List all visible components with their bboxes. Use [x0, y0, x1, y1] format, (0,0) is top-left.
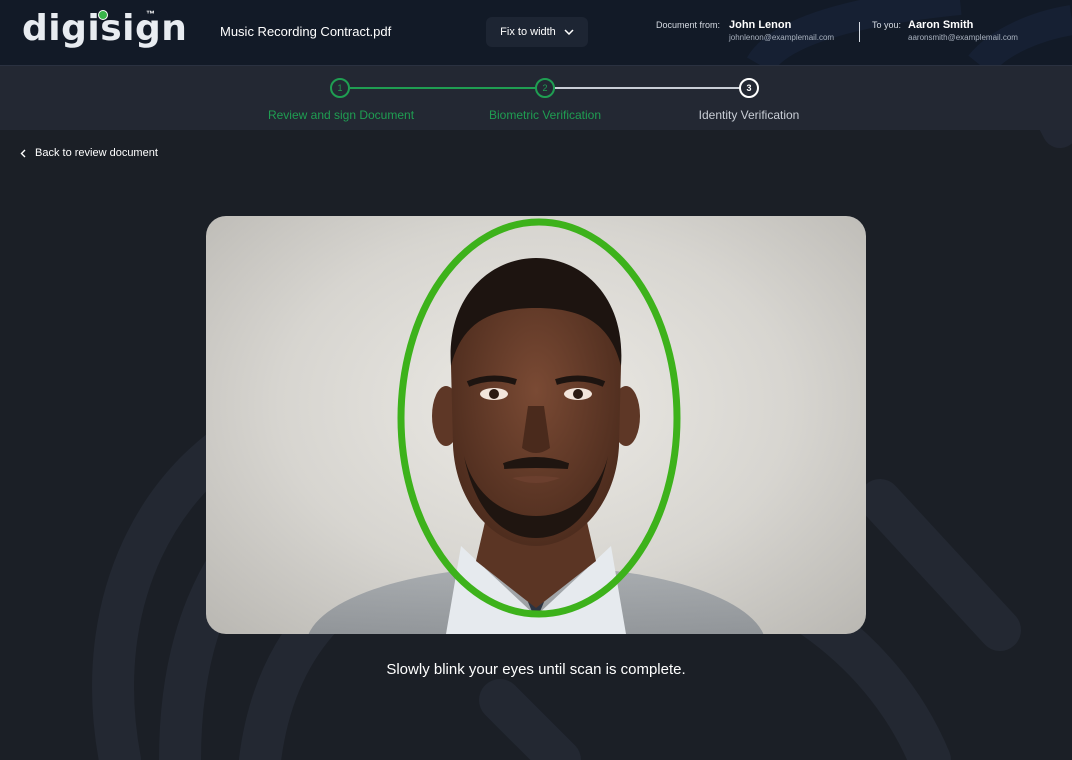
- chevron-down-icon: [564, 29, 574, 35]
- scan-instruction: Slowly blink your eyes until scan is com…: [386, 661, 686, 678]
- step-3-indicator: 3: [739, 78, 759, 98]
- recipient-email: aaronsmith@examplemail.com: [908, 33, 1018, 42]
- step-connector: [350, 87, 536, 89]
- camera-preview: [206, 216, 866, 634]
- sender-name: John Lenon: [729, 19, 792, 31]
- step-1-label: Review and sign Document: [267, 108, 415, 122]
- step-2-indicator: 2: [535, 78, 555, 98]
- recipient-name: Aaron Smith: [908, 19, 974, 31]
- back-to-review-link[interactable]: Back to review document: [20, 147, 158, 159]
- step-connector: [554, 87, 740, 89]
- document-name: Music Recording Contract.pdf: [220, 24, 392, 39]
- fit-dropdown-label: Fix to width: [500, 26, 556, 38]
- header-divider: [859, 22, 860, 42]
- fit-to-width-dropdown[interactable]: Fix to width: [486, 17, 588, 47]
- step-3-label: Identity Verification: [698, 108, 800, 122]
- trademark-mark: ™: [146, 9, 155, 19]
- face-portrait-image: [308, 218, 764, 634]
- step-1-indicator: 1: [330, 78, 350, 98]
- logo-check-icon: [98, 10, 108, 20]
- back-link-label: Back to review document: [35, 147, 158, 159]
- progress-stepper: 1 2 3 Review and sign Document Biometric…: [0, 66, 1072, 130]
- sender-email: johnlenon@examplemail.com: [729, 33, 835, 42]
- step-2-label: Biometric Verification: [488, 108, 602, 122]
- to-you-label: To you:: [872, 20, 902, 30]
- top-bar: digisign ™ Music Recording Contract.pdf …: [0, 0, 1072, 66]
- document-from-label: Document from:: [656, 20, 721, 30]
- chevron-left-icon: [20, 149, 26, 157]
